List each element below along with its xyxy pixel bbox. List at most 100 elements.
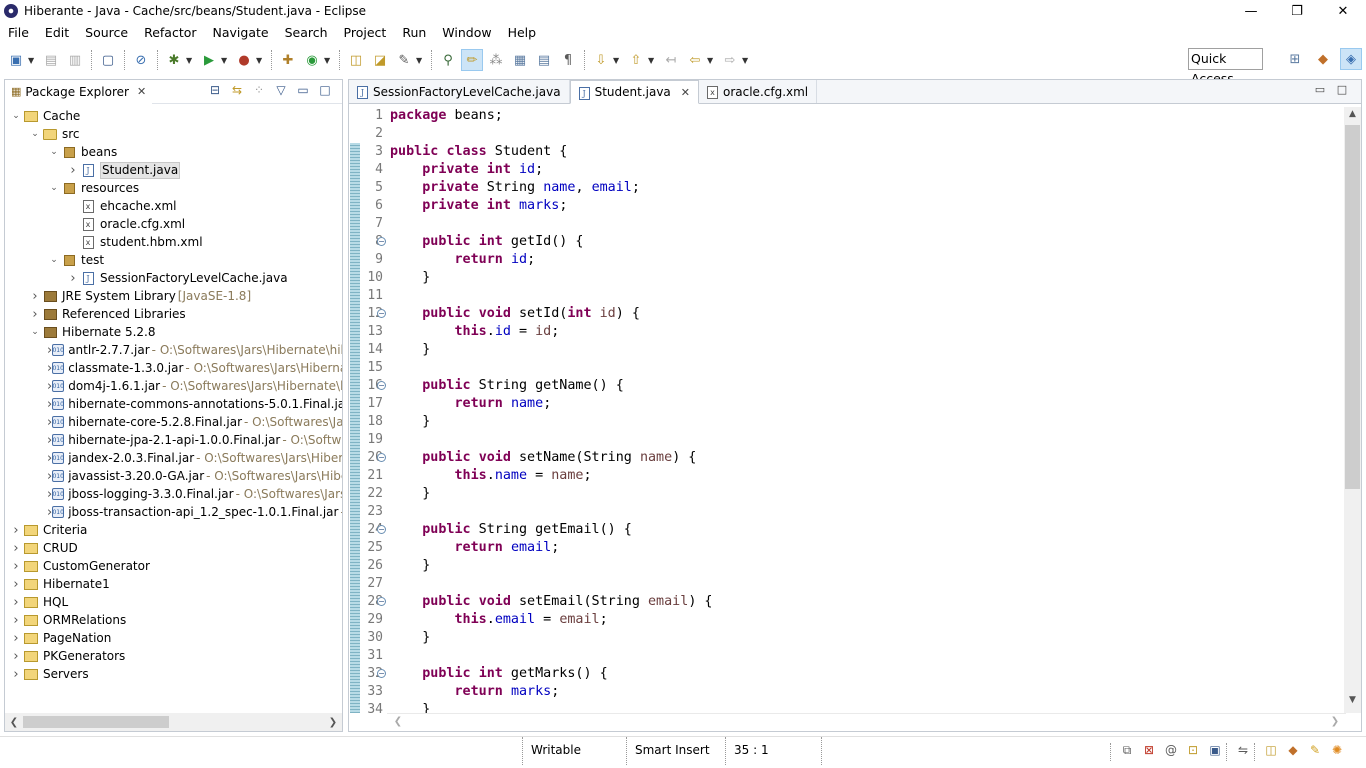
chevron-down-icon[interactable]: ⌄ (47, 147, 61, 157)
editor-tab[interactable]: JSessionFactoryLevelCache.java (349, 80, 570, 103)
tree-item[interactable]: ›010classmate-1.3.0.jar- O:\Softwares\Ja… (5, 359, 342, 377)
code-line[interactable]: } (390, 341, 1330, 359)
chevron-right-icon[interactable]: › (28, 289, 42, 304)
tree-item[interactable]: ›010dom4j-1.6.1.jar- O:\Softwares\Jars\H… (5, 377, 342, 395)
tree-item[interactable]: xehcache.xml (5, 197, 342, 215)
chevron-right-icon[interactable]: › (9, 649, 23, 664)
chevron-right-icon[interactable]: › (9, 667, 23, 682)
problems-icon[interactable]: ⊠ (1138, 743, 1160, 761)
tree-item[interactable]: ›CustomGenerator (5, 557, 342, 575)
close-icon[interactable]: ✕ (137, 85, 146, 98)
code-line[interactable]: } (390, 629, 1330, 647)
run-dropdown-icon[interactable]: ▼ (221, 56, 229, 65)
code-line[interactable]: return id; (390, 251, 1330, 269)
new-dropdown-icon[interactable]: ▼ (28, 56, 36, 65)
tree-item[interactable]: ⌄beans (5, 143, 342, 161)
tree-item[interactable]: ⌄Cache (5, 107, 342, 125)
tree-item[interactable]: ⌄test (5, 251, 342, 269)
editor-tab[interactable]: JStudent.java✕ (570, 80, 699, 104)
word-wrap-icon[interactable]: ▤ (533, 49, 555, 71)
code-line[interactable]: } (390, 557, 1330, 575)
code-line[interactable]: this.id = id; (390, 323, 1330, 341)
forward-icon[interactable]: ⇨ (719, 49, 741, 71)
back-dropdown-icon[interactable]: ▼ (707, 56, 715, 65)
fold-collapse-icon[interactable]: − (377, 597, 386, 606)
menu-navigate[interactable]: Navigate (205, 22, 277, 43)
new-java-class-dropdown-icon[interactable]: ▼ (324, 56, 332, 65)
code-line[interactable]: return marks; (390, 683, 1330, 701)
last-edit-location-icon[interactable]: ↤ (660, 49, 682, 71)
fold-collapse-icon[interactable]: − (377, 525, 386, 534)
scrollbar-thumb[interactable] (23, 716, 169, 728)
chevron-right-icon[interactable]: › (28, 307, 42, 322)
menu-source[interactable]: Source (77, 22, 136, 43)
code-line[interactable]: package beans; (390, 107, 1330, 125)
scroll-left-icon[interactable]: ❮ (5, 717, 23, 728)
mark-occurrences-icon[interactable]: ✏ (461, 49, 483, 71)
scrollbar-thumb[interactable] (1345, 125, 1360, 489)
vertical-scrollbar[interactable]: ▲ ▼ (1344, 107, 1361, 713)
code-line[interactable]: public class Student { (390, 143, 1330, 161)
tree-item[interactable]: ›010hibernate-jpa-2.1-api-1.0.0.Final.ja… (5, 431, 342, 449)
tree-item[interactable]: ›JRE System Library[JavaSE-1.8] (5, 287, 342, 305)
tree-item[interactable]: ⌄src (5, 125, 342, 143)
code-line[interactable]: public void setId(int id) { (390, 305, 1330, 323)
code-line[interactable]: public int getId() { (390, 233, 1330, 251)
close-button[interactable]: ✕ (1320, 0, 1366, 22)
tree-item[interactable]: ›010hibernate-core-5.2.8.Final.jar- O:\S… (5, 413, 342, 431)
fold-collapse-icon[interactable]: − (377, 237, 386, 246)
open-perspective-icon[interactable]: ⊞ (1284, 48, 1306, 70)
declaration-icon[interactable]: ⊡ (1182, 743, 1204, 761)
javadoc-icon[interactable]: @ (1160, 743, 1182, 761)
tree-item[interactable]: ›Referenced Libraries (5, 305, 342, 323)
restore-button[interactable]: ❐ (1274, 0, 1320, 22)
tree-item[interactable]: ›010hibernate-commons-annotations-5.0.1.… (5, 395, 342, 413)
code-line[interactable]: private int id; (390, 161, 1330, 179)
code-line[interactable]: public int getMarks() { (390, 665, 1330, 683)
code-line[interactable]: ​ (390, 431, 1330, 449)
code-line[interactable]: private String name, email; (390, 179, 1330, 197)
menu-refactor[interactable]: Refactor (136, 22, 204, 43)
tree-item[interactable]: ›Servers (5, 665, 342, 683)
minimize-view-icon[interactable]: ▭ (1309, 83, 1331, 96)
breadcrumb-icon[interactable]: ⁂ (485, 49, 507, 71)
focus-on-task-icon[interactable]: ⁘ (248, 83, 270, 97)
terminal-icon[interactable]: ▢ (97, 49, 119, 71)
link-with-editor-icon[interactable]: ⇆ (226, 83, 248, 97)
chevron-down-icon[interactable]: ⌄ (47, 255, 61, 265)
scroll-up-icon[interactable]: ▲ (1344, 109, 1361, 125)
code-line[interactable]: public String getName() { (390, 377, 1330, 395)
scroll-right-icon[interactable]: ❯ (1328, 716, 1342, 727)
java-perspective-icon[interactable]: ◈ (1340, 48, 1362, 70)
fold-collapse-icon[interactable]: − (377, 669, 386, 678)
code-line[interactable]: ​ (390, 287, 1330, 305)
chevron-right-icon[interactable]: › (9, 631, 23, 646)
fold-collapse-icon[interactable]: − (377, 381, 386, 390)
tips-icon[interactable]: ✎ (1304, 743, 1326, 761)
code-line[interactable]: return email; (390, 539, 1330, 557)
tree-item[interactable]: xoracle.cfg.xml (5, 215, 342, 233)
previous-annotation-icon[interactable]: ⇧ (625, 49, 647, 71)
book-icon[interactable]: ◫ (1260, 743, 1282, 761)
tree-item[interactable]: ›PageNation (5, 629, 342, 647)
quick-access-input[interactable]: Quick Access (1188, 48, 1263, 70)
code-line[interactable]: this.email = email; (390, 611, 1330, 629)
tree-item[interactable]: ›PKGenerators (5, 647, 342, 665)
fold-collapse-icon[interactable]: − (377, 309, 386, 318)
code-line[interactable]: ​ (390, 359, 1330, 377)
chevron-right-icon[interactable]: › (9, 613, 23, 628)
external-tools-dropdown-icon[interactable]: ▼ (256, 56, 264, 65)
menu-run[interactable]: Run (394, 22, 434, 43)
collapse-all-icon[interactable]: ⊟ (204, 83, 226, 97)
tree-item[interactable]: ›010jboss-logging-3.3.0.Final.jar- O:\So… (5, 485, 342, 503)
tree-item[interactable]: ›ORMRelations (5, 611, 342, 629)
open-task-icon[interactable]: ◪ (369, 49, 391, 71)
editor-tab[interactable]: xoracle.cfg.xml (699, 80, 817, 103)
code-line[interactable]: } (390, 413, 1330, 431)
tree-item[interactable]: ›010antlr-2.7.7.jar- O:\Softwares\Jars\H… (5, 341, 342, 359)
chevron-right-icon[interactable]: › (66, 163, 80, 178)
minimize-button[interactable]: — (1228, 0, 1274, 22)
servers-icon[interactable]: ⇋ (1232, 743, 1254, 761)
code-line[interactable]: public void setName(String name) { (390, 449, 1330, 467)
code-line[interactable]: } (390, 269, 1330, 287)
